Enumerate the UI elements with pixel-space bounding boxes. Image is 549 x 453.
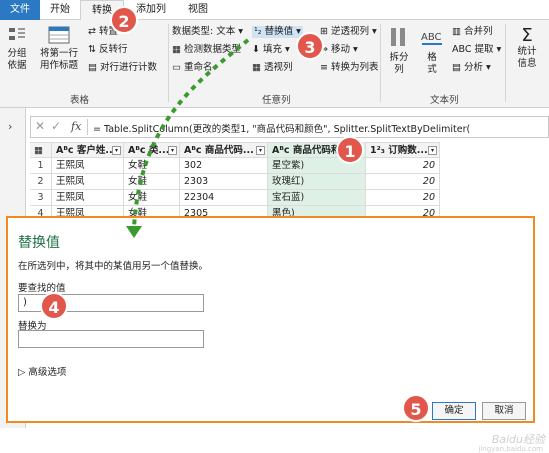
dotted-arrow-path <box>132 38 250 229</box>
step-badge-3: 3 <box>296 32 324 60</box>
watermark-url: jingyan.baidu.com <box>478 445 543 453</box>
step-badge-2: 2 <box>110 6 138 34</box>
tutorial-arrow-overlay <box>126 38 250 238</box>
arrow-head-icon <box>126 226 142 238</box>
step-badge-1: 1 <box>336 136 364 164</box>
step-badge-5: 5 <box>402 394 430 422</box>
step-badge-4: 4 <box>40 292 68 320</box>
